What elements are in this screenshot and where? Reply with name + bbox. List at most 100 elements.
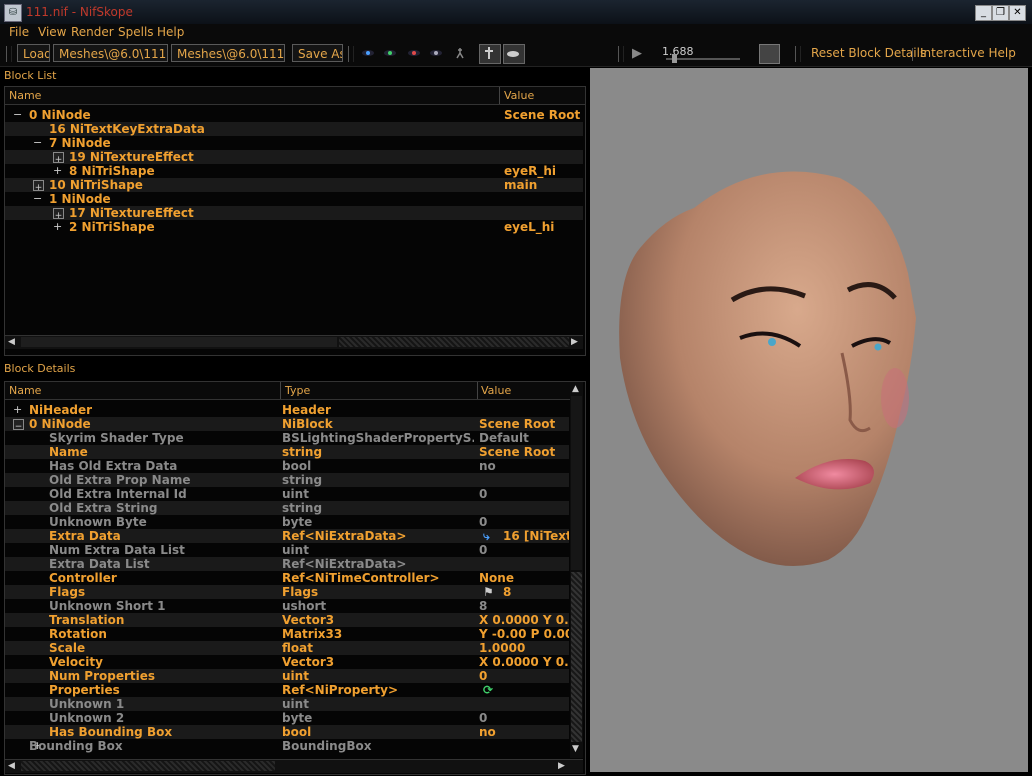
walk-icon[interactable] [454, 47, 468, 59]
block-details-table[interactable]: Name Type Value + NiHeader Header −0 NiNode… [4, 381, 586, 775]
column-name[interactable]: Name [9, 384, 41, 397]
collapse-icon[interactable]: − [33, 136, 42, 150]
collapse-icon[interactable]: − [13, 419, 24, 430]
menu-view[interactable]: View [38, 25, 66, 39]
detail-value[interactable]: 0 [479, 669, 569, 683]
column-type[interactable]: Type [285, 384, 310, 397]
minimize-button[interactable]: _ [975, 5, 992, 21]
toolbar-grip[interactable] [348, 46, 354, 62]
detail-value[interactable]: no [479, 459, 569, 473]
detail-row[interactable]: Old Extra Internal Id uint 0 [5, 487, 569, 501]
eye-red-icon[interactable] [407, 47, 421, 59]
menu-file[interactable]: File [9, 25, 29, 39]
scroll-right-icon[interactable]: ▶ [558, 761, 565, 771]
save-as-button[interactable]: Save As [292, 44, 343, 62]
detail-value[interactable]: X 0.0000 Y 0.0 [479, 655, 569, 669]
detail-row[interactable]: Skyrim Shader Type BSLightingShaderProper… [5, 431, 569, 445]
detail-row[interactable]: Old Extra String string [5, 501, 569, 515]
column-value[interactable]: Value [504, 89, 534, 102]
expand-icon[interactable]: + [53, 220, 62, 234]
expand-icon[interactable]: + [53, 208, 64, 219]
detail-row[interactable]: Num Properties uint 0 [5, 669, 569, 683]
block-details-hscroll[interactable]: ◀ ▶ [5, 759, 583, 773]
detail-value[interactable]: 8 [503, 585, 569, 599]
detail-row[interactable]: Has Bounding Box bool no [5, 725, 569, 739]
view-button[interactable] [479, 44, 501, 64]
expand-icon[interactable]: + [33, 180, 44, 191]
block-list-tree[interactable]: Name Value −0 NiNode Scene Root 16 NiTextK… [4, 86, 586, 356]
detail-row[interactable]: Translation Vector3 X 0.0000 Y 0.0 [5, 613, 569, 627]
detail-value[interactable]: X 0.0000 Y 0.0 [479, 613, 569, 627]
block-list-row[interactable]: 16 NiTextKeyExtraData [5, 122, 583, 136]
scroll-left-icon[interactable]: ◀ [8, 761, 15, 771]
detail-row[interactable]: Rotation Matrix33 Y -0.00 P 0.00 [5, 627, 569, 641]
refresh-icon[interactable]: ⟳ [483, 683, 493, 697]
play-icon[interactable]: ▶ [632, 46, 642, 61]
expand-icon[interactable]: + [13, 403, 22, 417]
time-slider[interactable] [666, 58, 740, 60]
detail-value[interactable]: 0 [479, 711, 569, 725]
block-list-row[interactable]: −0 NiNode Scene Root [5, 108, 583, 122]
view-button-2[interactable] [503, 44, 525, 64]
render-viewport[interactable] [590, 68, 1028, 772]
toolbar-grip[interactable] [618, 46, 624, 62]
detail-value[interactable]: 0 [479, 515, 569, 529]
detail-value[interactable]: no [479, 725, 569, 739]
detail-row[interactable]: Unknown Short 1 ushort 8 [5, 599, 569, 613]
detail-row[interactable]: Properties Ref<NiProperty> ⟳ [5, 683, 569, 697]
menu-help[interactable]: Help [157, 25, 184, 39]
detail-row[interactable]: Controller Ref<NiTimeController> None [5, 571, 569, 585]
detail-value[interactable]: None [479, 571, 569, 585]
detail-value[interactable]: Y -0.00 P 0.00 [479, 627, 569, 641]
detail-row[interactable]: + NiHeader Header [5, 403, 569, 417]
scroll-track[interactable] [571, 396, 582, 570]
detail-row[interactable]: Scale float 1.0000 [5, 641, 569, 655]
scroll-track[interactable] [339, 337, 569, 347]
block-details-vscroll[interactable]: ▲ ▼ [570, 382, 583, 758]
detail-value[interactable]: 0 [479, 487, 569, 501]
flag-icon[interactable]: ⚑ [483, 585, 494, 599]
block-list-row[interactable]: +17 NiTextureEffect [5, 206, 583, 220]
menu-spells[interactable]: Spells [118, 25, 154, 39]
detail-row[interactable]: Velocity Vector3 X 0.0000 Y 0.0 [5, 655, 569, 669]
scroll-thumb[interactable] [21, 337, 337, 347]
detail-row[interactable]: Num Extra Data List uint 0 [5, 543, 569, 557]
toolbar-grip[interactable] [6, 46, 12, 62]
toolbar-grip[interactable] [795, 46, 801, 62]
collapse-icon[interactable]: − [13, 108, 22, 122]
block-list-row[interactable]: −7 NiNode [5, 136, 583, 150]
scroll-thumb[interactable] [21, 761, 275, 771]
load-button[interactable]: Load [17, 44, 50, 62]
detail-row[interactable]: −0 NiNode NiBlock Scene Root [5, 417, 569, 431]
link-icon[interactable]: ⤷ [483, 529, 490, 543]
detail-row[interactable]: Has Old Extra Data bool no [5, 459, 569, 473]
interactive-help-button[interactable]: Interactive Help [920, 46, 1016, 60]
block-list-row[interactable]: +2 NiTriShape eyeL_hi [5, 220, 583, 234]
block-list-hscroll[interactable]: ◀ ▶ [5, 335, 583, 349]
detail-row[interactable]: Unknown Byte byte 0 [5, 515, 569, 529]
detail-row[interactable]: Name string Scene Root [5, 445, 569, 459]
expand-icon[interactable]: + [53, 152, 64, 163]
loop-button[interactable] [759, 44, 780, 64]
detail-value[interactable]: 16 [NiText [503, 529, 569, 543]
detail-row[interactable]: Extra Data List Ref<NiExtraData> [5, 557, 569, 571]
detail-value[interactable]: Scene Root [479, 445, 569, 459]
load-path-field[interactable]: Meshes\@6.0\111.nif [53, 44, 168, 62]
time-slider-handle[interactable] [672, 54, 677, 63]
scroll-down-icon[interactable]: ▼ [572, 744, 579, 754]
detail-row[interactable]: Old Extra Prop Name string [5, 473, 569, 487]
detail-row[interactable]: Unknown 1 uint [5, 697, 569, 711]
menu-render[interactable]: Render [71, 25, 114, 39]
detail-row[interactable]: Unknown 2 byte 0 [5, 711, 569, 725]
eye-grey-icon[interactable] [429, 47, 443, 59]
detail-row[interactable]: + Bounding Box BoundingBox [5, 739, 569, 753]
detail-value[interactable]: 1.0000 [479, 641, 569, 655]
restore-button[interactable]: ❐ [992, 5, 1009, 21]
detail-value[interactable]: 8 [479, 599, 569, 613]
block-list-row[interactable]: +8 NiTriShape eyeR_hi [5, 164, 583, 178]
column-name[interactable]: Name [9, 89, 41, 102]
collapse-icon[interactable]: − [33, 192, 42, 206]
expand-icon[interactable]: + [53, 164, 62, 178]
detail-value[interactable]: Default [479, 431, 569, 445]
detail-value[interactable]: Scene Root [479, 417, 569, 431]
